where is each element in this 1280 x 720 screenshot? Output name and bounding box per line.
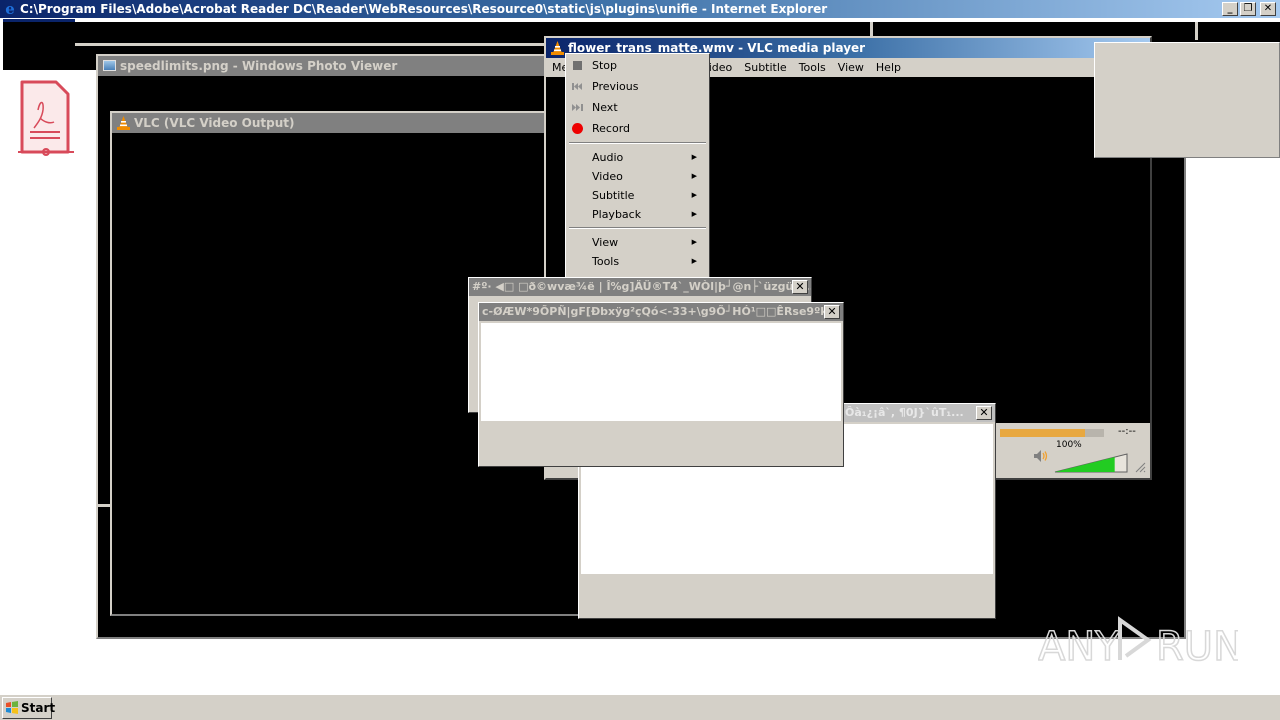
minimize-button[interactable]: _ [1222,2,1238,16]
submenu-arrow-icon: ▶ [691,191,697,199]
menu-item-label: Stop [592,59,618,72]
seek-bar-fill [1000,429,1086,437]
menu-item-previous[interactable]: Previous [566,77,709,96]
dialog-content [481,323,841,421]
ie-content-dark-area-right [1198,22,1280,42]
record-icon [572,123,583,134]
menu-item-playback[interactable]: Playback ▶ [566,205,709,224]
menu-item-label: Playback [592,208,642,221]
menu-item-label: Audio [592,151,624,164]
garbled-dialog: c-ØÆW*9ÕPÑ|gF[Ðbxÿg²çQó<-33+\g9Õ┘HÓ¹□□ÊR… [478,302,844,467]
menu-item-view[interactable]: View ▶ [566,233,709,252]
submenu-arrow-icon: ▶ [691,172,697,180]
menu-item-label: View [592,236,619,249]
volume-percent: 100% [1056,440,1082,450]
menu-item-label: Next [592,101,618,114]
volume-slider[interactable] [1054,453,1128,473]
menu-item-tools[interactable]: Tools ▶ [566,252,709,271]
dialog-title[interactable]: Ôà₁¿¡â`, ¶0J}`ûT₁... [841,404,995,422]
submenu-arrow-icon: ▶ [691,238,697,246]
menu-item-video[interactable]: Video ▶ [566,167,709,186]
menu-tools[interactable]: Tools [793,58,832,77]
menu-item-label: Video [592,170,623,183]
ie-logo-icon[interactable]: e [2,1,18,17]
time-display: --:-- [1118,426,1136,437]
start-label: Start [21,701,56,715]
restore-button[interactable]: ❐ [1240,2,1256,16]
close-button[interactable]: ✕ [792,280,808,294]
close-button[interactable]: ✕ [976,406,992,420]
submenu-arrow-icon: ▶ [691,210,697,218]
resize-grip-icon[interactable] [1134,461,1146,473]
taskbar: Start [0,694,1280,720]
submenu-arrow-icon: ▶ [691,153,697,161]
menu-item-record[interactable]: Record [566,119,709,138]
menu-item-stop[interactable]: Stop [566,56,709,75]
watermark-text-right: RUN [1156,624,1238,670]
dialog-title[interactable]: c-ØÆW*9ÕPÑ|gF[Ðbxÿg²çQó<-33+\g9Õ┘HÓ¹□□ÊR… [479,303,843,321]
menu-help[interactable]: Help [870,58,907,77]
menu-item-subtitle[interactable]: Subtitle ▶ [566,186,709,205]
photo-viewer-icon [103,60,116,71]
close-button[interactable]: ✕ [824,305,840,319]
menu-view[interactable]: View [832,58,870,77]
menu-item-label: Tools [592,255,620,268]
ie-progress-bar [3,19,75,22]
vlc-controls-panel: --:-- 100% [994,423,1150,478]
menu-item-next[interactable]: Next [566,98,709,117]
vlc-cone-icon [117,116,130,130]
vlc-video-output-title: VLC (VLC Video Output) [134,116,295,130]
photo-viewer-title: speedlimits.png - Windows Photo Viewer [120,59,398,73]
seek-bar[interactable] [1000,429,1104,437]
menu-item-label: Record [592,122,631,135]
blank-popup-window [1094,42,1280,158]
playback-dropdown-menu: Stop Previous Next Record Audio ▶ Video … [565,53,710,278]
close-button[interactable]: ✕ [1260,2,1276,16]
menu-separator [569,227,706,229]
play-logo-icon [1118,616,1152,660]
dialog-title[interactable]: #º· ◀□ □ð©wvæ¾ë | Î%g]ÄÜ®T4`_WÒl|þ┘@n├`ü… [469,278,811,296]
menu-subtitle[interactable]: Subtitle [738,58,792,77]
previous-icon [572,83,582,90]
menu-item-audio[interactable]: Audio ▶ [566,148,709,167]
anyrun-watermark: ANY RUN [1038,616,1238,670]
stop-icon [573,61,582,70]
windows-logo-icon [6,701,18,714]
start-button[interactable]: Start [2,697,56,719]
menu-item-label: Previous [592,80,639,93]
submenu-arrow-icon: ▶ [691,257,697,265]
menu-separator [569,142,706,144]
speaker-icon[interactable] [1034,450,1048,462]
vlc-cone-icon [551,41,564,55]
watermark-text-left: ANY [1038,624,1120,670]
window-edge-line [1195,22,1198,40]
ie-title-bar[interactable]: C:\Program Files\Adobe\Acrobat Reader DC… [0,0,1280,18]
pdf-file-icon[interactable] [16,78,76,158]
ie-window-title: C:\Program Files\Adobe\Acrobat Reader DC… [20,2,828,16]
ie-caption-buttons: _ ❐ ✕ [1222,2,1276,16]
window-edge-line [870,22,873,36]
menu-item-label: Subtitle [592,189,635,202]
next-icon [572,104,583,111]
window-edge-line [97,504,111,507]
